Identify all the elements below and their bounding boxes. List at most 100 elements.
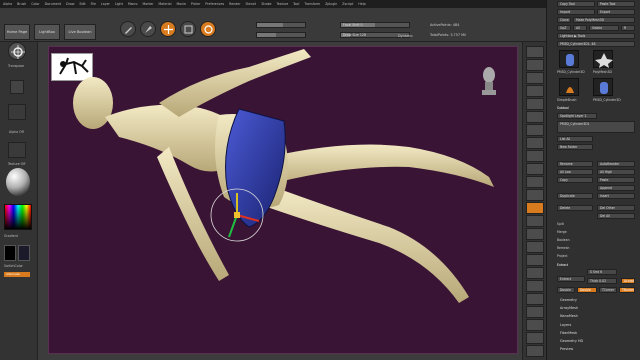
all-high-button[interactable]: All High xyxy=(597,169,635,175)
right-shelf-button-15[interactable] xyxy=(526,241,544,253)
menu-zplugin[interactable]: Zplugin xyxy=(325,2,337,6)
r-button[interactable]: R xyxy=(621,25,635,31)
right-shelf-button-19[interactable] xyxy=(526,293,544,305)
tray-menu-preview[interactable]: Preview xyxy=(560,347,573,351)
menu-zscript[interactable]: Zscript xyxy=(342,2,353,6)
tray-menu-arraymesh[interactable]: ArrayMesh xyxy=(560,306,578,310)
right-shelf-button-10[interactable] xyxy=(526,176,544,188)
menu-document[interactable]: Document xyxy=(45,2,62,6)
remesh-menu[interactable]: Remesh xyxy=(557,246,569,250)
right-shelf-button-4[interactable] xyxy=(526,98,544,110)
right-shelf-button-3[interactable] xyxy=(526,85,544,97)
extract-menu[interactable]: Extract xyxy=(557,263,568,267)
menu-picker[interactable]: Picker xyxy=(191,2,201,6)
copy-tool-button[interactable]: Copy Tool xyxy=(557,1,595,7)
tray-menu-fibermesh[interactable]: FiberMesh xyxy=(560,331,577,335)
s-smt-slider[interactable]: S Smt 6 xyxy=(587,269,617,275)
paste-button[interactable]: Paste xyxy=(597,177,635,183)
lightbox-button[interactable]: LightBox xyxy=(34,24,60,40)
main-color-swatch[interactable] xyxy=(4,245,16,261)
rename-button[interactable]: Rename xyxy=(557,161,593,167)
mannequin-mesh[interactable] xyxy=(49,47,519,355)
switch-color-label[interactable]: SwitchColor xyxy=(4,264,23,268)
menu-edit[interactable]: Edit xyxy=(79,2,85,6)
del-all-button[interactable]: Del All xyxy=(597,213,635,219)
dynamic-label[interactable]: Dynamic xyxy=(398,34,413,38)
double-button[interactable]: Double xyxy=(557,287,575,293)
rotate-icon[interactable] xyxy=(200,21,216,37)
subtool-list-item[interactable]: PM3D_Cylinder3D1 xyxy=(557,121,635,133)
copy-button[interactable]: Copy xyxy=(557,177,593,183)
menu-layer[interactable]: Layer xyxy=(101,2,110,6)
del-other-button[interactable]: Del Other xyxy=(597,205,635,211)
duplicate-button[interactable]: Duplicate xyxy=(557,193,593,199)
list-all-button[interactable]: List All xyxy=(557,136,593,142)
right-shelf-button-17[interactable] xyxy=(526,267,544,279)
thick-slider[interactable]: Thick 0.02 xyxy=(587,278,617,284)
menu-help[interactable]: Help xyxy=(358,2,365,6)
menu-light[interactable]: Light xyxy=(115,2,123,6)
edit-icon[interactable] xyxy=(120,21,136,37)
paste-tool-button[interactable]: Paste Tool xyxy=(597,1,635,7)
tray-menu-geometry[interactable]: Geometry xyxy=(560,298,577,302)
tool-thumb-cylinder-2[interactable] xyxy=(593,78,613,96)
subtool-header[interactable]: Subtool xyxy=(557,106,569,110)
alternate-button[interactable]: Alternate xyxy=(4,272,30,277)
scale-icon[interactable] xyxy=(180,21,196,37)
lightbox-tools-button[interactable]: Lightbox ▶ Tools xyxy=(557,33,635,39)
project-menu[interactable]: Project xyxy=(557,254,568,258)
document-canvas[interactable] xyxy=(48,46,518,354)
current-tool-slider[interactable]: PM3D_Cylinder3D1. 48 xyxy=(557,41,635,47)
merge-menu[interactable]: Merge xyxy=(557,230,567,234)
right-shelf-button-2[interactable] xyxy=(526,72,544,84)
mrgb-slider[interactable] xyxy=(256,22,306,28)
menu-marker[interactable]: Marker xyxy=(143,2,154,6)
right-shelf-button-20[interactable] xyxy=(526,306,544,318)
right-shelf-button-12[interactable] xyxy=(526,202,544,214)
double-toggle[interactable]: Double xyxy=(577,287,597,293)
material-sphere-icon[interactable] xyxy=(6,168,30,196)
visible-button[interactable]: Visible xyxy=(589,25,619,31)
insert-button[interactable]: Insert xyxy=(597,193,635,199)
tborder-button[interactable]: TBorder xyxy=(619,287,635,293)
tool-thumb-simplebrush[interactable] xyxy=(559,78,579,96)
menu-file[interactable]: File xyxy=(91,2,96,6)
right-shelf-button-16[interactable] xyxy=(526,254,544,266)
menu-alpha[interactable]: Alpha xyxy=(3,2,12,6)
right-shelf-button-21[interactable] xyxy=(526,319,544,331)
focal-shift-slider[interactable]: Focal Shift 0 xyxy=(340,22,410,28)
menu-preferences[interactable]: Preferences xyxy=(205,2,224,6)
menu-texture[interactable]: Texture xyxy=(276,2,288,6)
delete-button[interactable]: Delete xyxy=(557,205,593,211)
right-shelf-button-5[interactable] xyxy=(526,111,544,123)
color-picker[interactable] xyxy=(4,204,32,230)
goz-button[interactable]: GoZ xyxy=(557,25,571,31)
menu-tool[interactable]: Tool xyxy=(293,2,299,6)
tool-thumb-polymesh[interactable] xyxy=(593,50,613,68)
tcorner-button[interactable]: TCorner xyxy=(599,287,617,293)
right-shelf-button-22[interactable] xyxy=(526,332,544,344)
right-shelf-button-1[interactable] xyxy=(526,59,544,71)
menu-movie[interactable]: Movie xyxy=(176,2,185,6)
right-shelf-button-23[interactable] xyxy=(526,345,544,357)
menu-stencil[interactable]: Stencil xyxy=(246,2,257,6)
right-shelf-button-7[interactable] xyxy=(526,137,544,149)
menu-render[interactable]: Render xyxy=(229,2,240,6)
menu-material[interactable]: Material xyxy=(159,2,172,6)
tray-menu-nanomesh[interactable]: NanoMesh xyxy=(560,314,578,318)
auto-reorder-button[interactable]: AutoReorder xyxy=(597,161,635,167)
home-page-button[interactable]: Home Page xyxy=(4,24,30,40)
menu-color[interactable]: Color xyxy=(31,2,39,6)
all-low-button[interactable]: All Low xyxy=(557,169,593,175)
right-shelf-button-14[interactable] xyxy=(526,228,544,240)
right-shelf-button-18[interactable] xyxy=(526,280,544,292)
all-button[interactable]: All xyxy=(573,25,587,31)
clone-button[interactable]: Clone xyxy=(557,17,571,23)
right-shelf-button-8[interactable] xyxy=(526,150,544,162)
right-shelf-button-0[interactable] xyxy=(526,46,544,58)
right-shelf-button-6[interactable] xyxy=(526,124,544,136)
export-button[interactable]: Export xyxy=(597,9,635,15)
new-folder-button[interactable]: New Folder xyxy=(557,144,593,150)
menu-stroke[interactable]: Stroke xyxy=(261,2,271,6)
menu-draw[interactable]: Draw xyxy=(66,2,74,6)
